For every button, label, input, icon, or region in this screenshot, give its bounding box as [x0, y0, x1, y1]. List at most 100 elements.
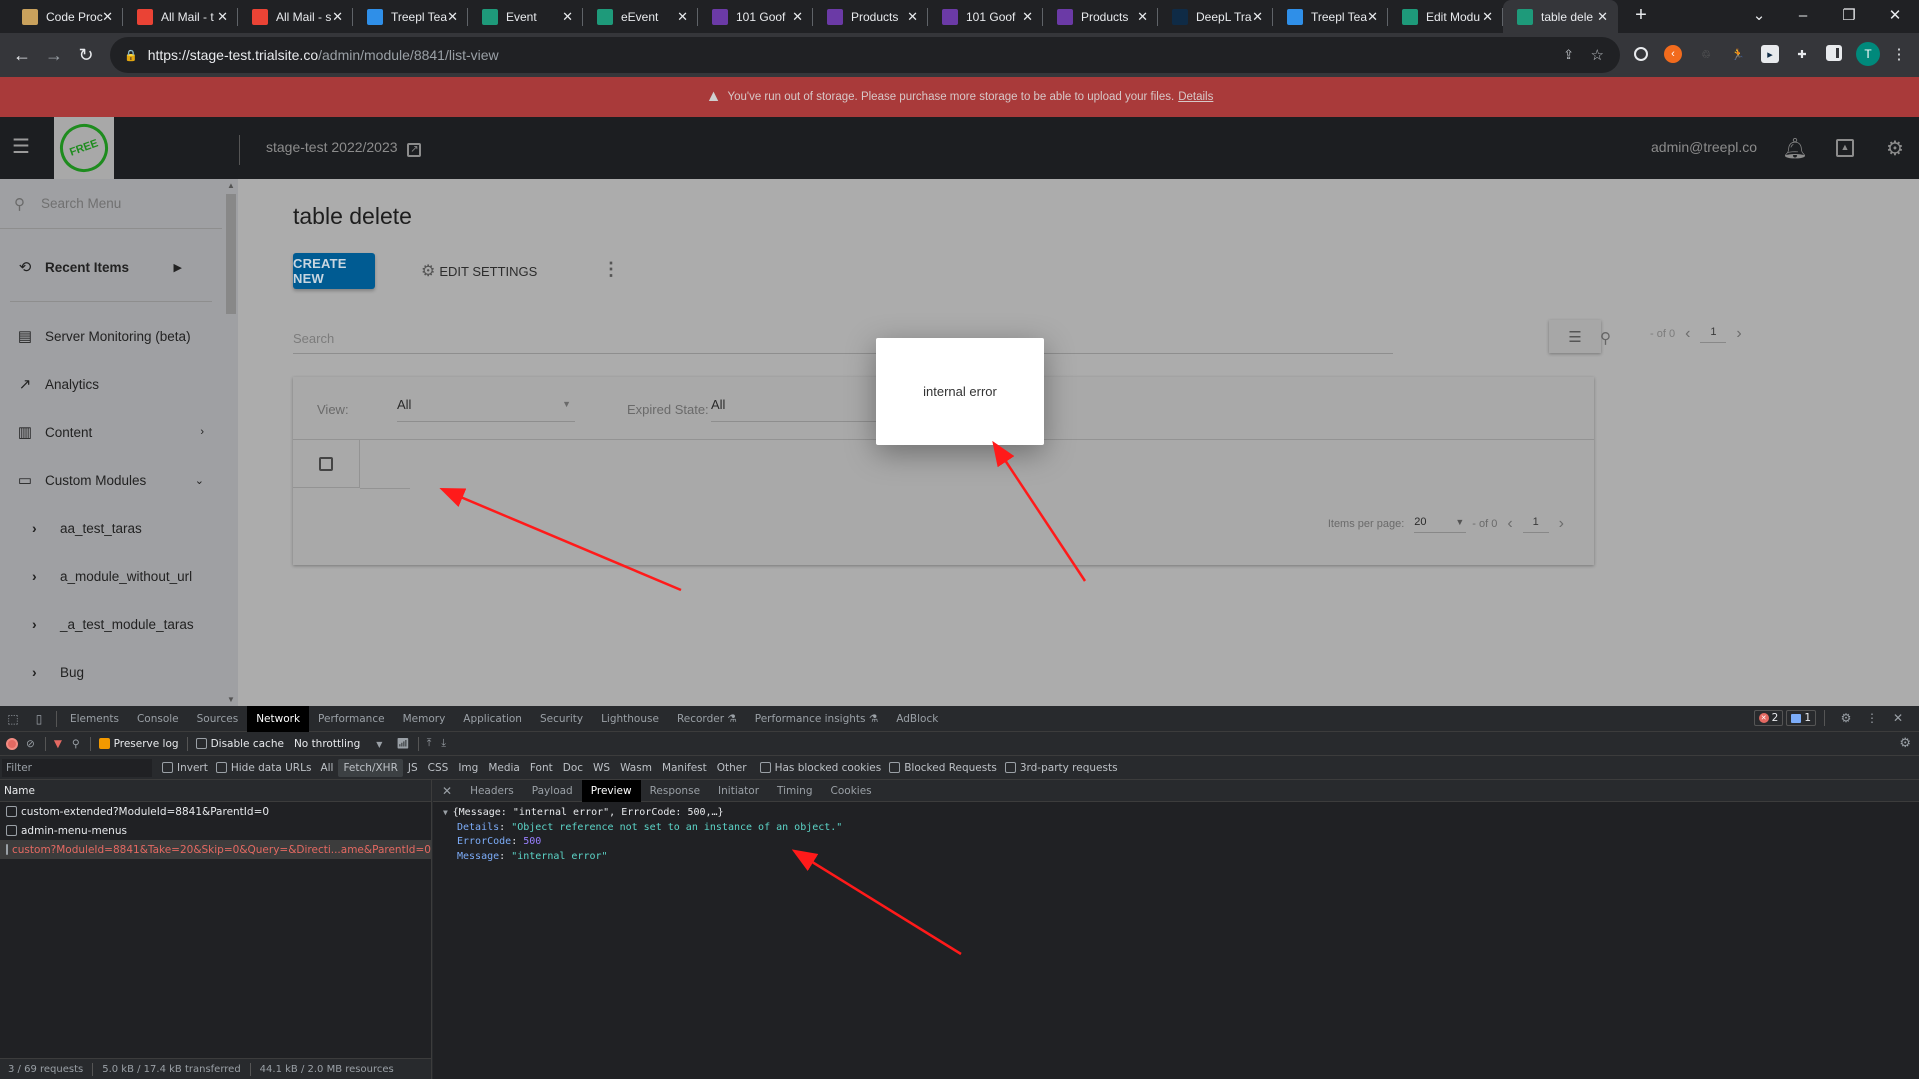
filter-funnel-icon[interactable]: ▼ [54, 738, 62, 750]
devtools-tab-memory[interactable]: Memory [394, 706, 455, 732]
forward-button[interactable]: → [42, 43, 66, 67]
browser-tab[interactable]: Products ✕ [813, 0, 928, 33]
request-checkbox[interactable] [6, 844, 8, 855]
browser-tab[interactable]: 101 Goof ✕ [928, 0, 1043, 33]
devtools-tab-recorder[interactable]: Recorder ⚗ [668, 706, 746, 732]
devtools-tab-application[interactable]: Application [454, 706, 531, 732]
settings-gear-icon[interactable]: ⚙ [1883, 136, 1907, 160]
bookmark-star-icon[interactable]: ☆ [1591, 46, 1604, 64]
detail-tab-payload[interactable]: Payload [523, 780, 582, 802]
import-har-icon[interactable]: ⤒ [427, 737, 432, 750]
devtools-settings-icon[interactable]: ⚙ [1838, 710, 1854, 726]
browser-menu-icon[interactable]: ⋮ [1890, 45, 1908, 63]
sidebar-subitem[interactable]: › _a_test_module_taras [0, 606, 222, 642]
browser-tab[interactable]: All Mail - t ✕ [123, 0, 238, 33]
network-settings-icon[interactable]: ⚙ [1899, 736, 1911, 751]
prev-page-icon[interactable]: ‹ [1507, 515, 1512, 533]
sidebar-item-server-monitoring[interactable]: ▤ Server Monitoring (beta) [0, 318, 222, 354]
type-filter-ws[interactable]: WS [588, 759, 615, 777]
side-panel-icon[interactable] [1826, 45, 1842, 61]
devtools-tab-network[interactable]: Network [247, 705, 310, 732]
devtools-tab-performance[interactable]: Performance [309, 706, 394, 732]
new-tab-button[interactable]: + [1618, 0, 1664, 30]
network-conditions-icon[interactable]: 📶︎ [396, 737, 409, 750]
next-page-icon[interactable]: › [1736, 325, 1741, 343]
browser-tab[interactable]: Edit Modu ✕ [1388, 0, 1503, 33]
restore-button[interactable]: ❐ [1826, 0, 1872, 30]
extension-recycle-icon[interactable]: ♲ [1697, 45, 1715, 63]
type-filter-doc[interactable]: Doc [558, 759, 588, 777]
hide-data-urls-checkbox[interactable]: Hide data URLs [215, 762, 311, 774]
extensions-puzzle-icon[interactable]: ✚ [1793, 45, 1811, 63]
device-toolbar-icon[interactable]: ▯ [31, 711, 47, 727]
scrollbar-thumb[interactable] [226, 194, 236, 314]
type-filter-other[interactable]: Other [712, 759, 752, 777]
devtools-tab-sources[interactable]: Sources [188, 706, 248, 732]
tab-close-icon[interactable]: ✕ [1022, 9, 1033, 25]
more-options-icon[interactable]: ⋮ [602, 259, 620, 280]
bell-icon[interactable]: 🔔︎ [1782, 136, 1807, 160]
sidebar-item-recent[interactable]: ⟲ Recent Items ▶ [0, 249, 222, 285]
type-filter-img[interactable]: Img [453, 759, 483, 777]
browser-tab[interactable]: table dele ✕ [1503, 0, 1618, 33]
extension-deepl-icon[interactable]: ▸ [1761, 45, 1779, 63]
tab-close-icon[interactable]: ✕ [1482, 9, 1493, 25]
has-blocked-cookies-checkbox[interactable]: Has blocked cookies [759, 762, 881, 774]
browser-tab[interactable]: 101 Goof ✕ [698, 0, 813, 33]
type-filter-font[interactable]: Font [525, 759, 558, 777]
message-count-badge[interactable]: 1 [1786, 710, 1816, 726]
disable-cache-checkbox[interactable]: Disable cache [195, 738, 284, 750]
preserve-log-checkbox[interactable]: Preserve log [98, 738, 179, 750]
devtools-close-icon[interactable]: ✕ [1890, 710, 1906, 726]
browser-tab[interactable]: Code Proc ✕ [8, 0, 123, 33]
search-icon[interactable]: ⚲ [1600, 329, 1611, 347]
type-filter-all[interactable]: All [315, 759, 338, 777]
type-filter-manifest[interactable]: Manifest [657, 759, 712, 777]
scroll-up-icon[interactable]: ▲ [227, 181, 235, 190]
name-column-header[interactable]: Name [0, 780, 431, 802]
banner-details-link[interactable]: Details [1178, 91, 1213, 103]
devtools-tab-lighthouse[interactable]: Lighthouse [592, 706, 668, 732]
type-filter-media[interactable]: Media [483, 759, 525, 777]
tab-close-icon[interactable]: ✕ [907, 9, 918, 25]
browser-tab[interactable]: Treepl Tea ✕ [353, 0, 468, 33]
view-select[interactable]: All ▼ [397, 395, 575, 422]
tab-close-icon[interactable]: ✕ [677, 9, 688, 25]
hamburger-menu-icon[interactable]: ☰ [12, 137, 32, 157]
tab-close-icon[interactable]: ✕ [1137, 9, 1148, 25]
sidebar-item-custom-modules[interactable]: ▭ Custom Modules ⌄ [0, 462, 222, 498]
site-name-link[interactable]: stage-test 2022/2023 ↗ [266, 139, 422, 157]
user-email[interactable]: admin@treepl.co [1651, 139, 1757, 155]
third-party-requests-checkbox[interactable]: 3rd-party requests [1004, 762, 1118, 774]
tab-close-icon[interactable]: ✕ [1252, 9, 1263, 25]
reload-button[interactable]: ↻ [74, 43, 98, 67]
request-row[interactable]: custom?ModuleId=8841&Take=20&Skip=0&Quer… [0, 840, 431, 859]
extension-link-icon[interactable] [1634, 47, 1648, 61]
detail-tab-timing[interactable]: Timing [768, 780, 821, 802]
detail-tab-response[interactable]: Response [641, 780, 709, 802]
detail-tab-initiator[interactable]: Initiator [709, 780, 768, 802]
sidebar-item-analytics[interactable]: ↗ Analytics [0, 366, 222, 402]
close-window-button[interactable]: ✕ [1872, 0, 1918, 30]
sidebar-scrollbar[interactable]: ▲ ▼ [224, 179, 238, 706]
request-checkbox[interactable] [6, 806, 17, 817]
clear-icon[interactable]: ⊘ [26, 738, 35, 750]
request-checkbox[interactable] [6, 825, 17, 836]
tab-close-icon[interactable]: ✕ [1597, 9, 1608, 25]
site-logo[interactable]: FREE [53, 117, 115, 179]
type-filter-css[interactable]: CSS [423, 759, 454, 777]
network-filter-input[interactable]: Filter [2, 758, 152, 777]
profile-avatar[interactable]: T [1856, 42, 1880, 66]
image-gallery-icon[interactable]: ▲ [1833, 136, 1857, 160]
scroll-down-icon[interactable]: ▼ [227, 695, 235, 704]
page-number-input[interactable]: 1 [1700, 326, 1727, 343]
address-bar[interactable]: 🔒 https://stage-test.trialsite.co/admin/… [110, 37, 1620, 73]
preview-summary[interactable]: ▼ {Message: "internal error", ErrorCode:… [443, 806, 1909, 821]
tab-close-icon[interactable]: ✕ [102, 9, 113, 25]
export-har-icon[interactable]: ⤓ [441, 737, 446, 750]
sidebar-search[interactable]: ⚲ Search Menu [0, 179, 222, 229]
tab-close-icon[interactable]: ✕ [1367, 9, 1378, 25]
request-row[interactable]: custom-extended?ModuleId=8841&ParentId=0 [0, 802, 431, 821]
edit-settings-button[interactable]: ⚙ EDIT SETTINGS [421, 261, 537, 281]
prev-page-icon[interactable]: ‹ [1685, 325, 1690, 343]
